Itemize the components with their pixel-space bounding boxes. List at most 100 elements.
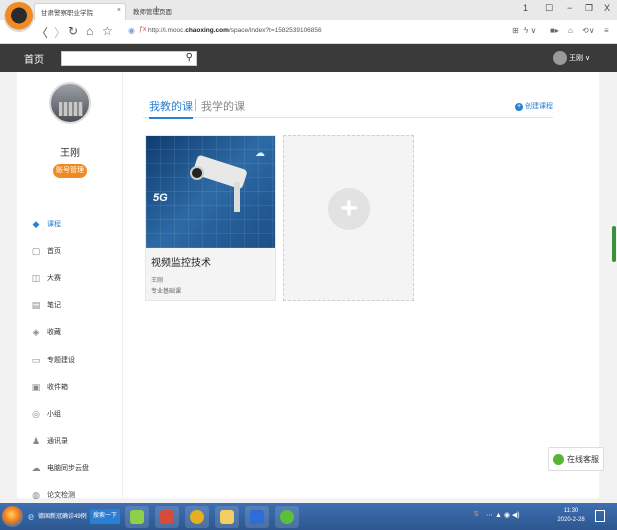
tab-count-icon[interactable]: 1 [523, 3, 528, 13]
tab-label: 甘肃警察职业学院 [41, 10, 93, 17]
create-course-button[interactable]: + 创建课程 [515, 101, 553, 111]
course-title[interactable]: 视频监控技术 [151, 254, 211, 269]
sidebar-item-label: 首页 [47, 247, 61, 255]
contacts-icon: ♟ [31, 436, 41, 447]
sidebar-item-home[interactable]: ▢ 首页 [17, 237, 123, 264]
sidebar-item-contacts[interactable]: ♟ 通讯录 [17, 428, 123, 455]
media-icon[interactable]: ■▸ [550, 26, 559, 35]
menu-icon[interactable]: ≡ [604, 26, 609, 35]
course-cover-image[interactable]: 5G ☁ [146, 136, 275, 248]
start-button[interactable] [2, 506, 23, 527]
browser-logo-icon[interactable] [4, 2, 34, 32]
tray-icons[interactable]: ⋯ ▲ ◉ ◀) [486, 511, 520, 519]
sidebar-item-competition[interactable]: ◫ 大赛 [17, 264, 123, 291]
tab-learning[interactable]: 我学的课 [201, 98, 245, 114]
restore-button[interactable]: ❐ [585, 3, 593, 14]
paper-check-icon: ◍ [32, 490, 40, 501]
sidebar-item-label: 电脑同步云盘 [47, 465, 89, 473]
sidebar: 王刚 账号管理 ◆ 课程 ▢ 首页 ◫ 大赛 ▤ 笔记 ◈ 收藏 ▭ 专题建设 … [17, 72, 123, 501]
topics-icon: ▭ [31, 354, 41, 365]
service-icon [553, 453, 564, 465]
notification-icon[interactable] [595, 510, 605, 522]
taskbar-search-button[interactable]: 搜索一下 [90, 509, 120, 524]
sidebar-item-notes[interactable]: ▤ 笔记 [17, 292, 123, 319]
certificate-icon: ƒx [139, 26, 147, 33]
close-window-button[interactable]: X [604, 3, 610, 13]
tab-active[interactable]: 甘肃警察职业学院 × [34, 3, 126, 20]
cloud-icon: ☁ [255, 148, 265, 159]
main-content: 我教的课 我学的课 + 创建课程 5G ☁ 视频监控技术 王刚 专业基础课 + [123, 72, 599, 498]
tray-app-icon[interactable]: S [474, 511, 479, 518]
taskbar: 德国新冠确诊49例 搜索一下 S ⋯ ▲ ◉ ◀) 11:30 2020-2-2… [0, 503, 617, 530]
tab-teacher-management[interactable]: 教师管理页面 [127, 3, 173, 20]
course-tabs: 我教的课 我学的课 + 创建课程 [143, 98, 553, 119]
notes-icon: ▤ [31, 300, 41, 311]
clock[interactable]: 11:30 2020-2-28 [556, 507, 586, 525]
sidebar-item-label: 收藏 [47, 329, 61, 337]
sidebar-item-label: 小组 [47, 410, 61, 418]
site-header: 首页 ⚲ 王刚 ∨ [0, 44, 617, 72]
online-service-button[interactable]: 在线客服 [548, 447, 604, 471]
close-icon[interactable]: × [117, 7, 121, 14]
create-course-label: 创建课程 [525, 103, 553, 110]
account-management-button[interactable]: 账号管理 [53, 164, 87, 178]
sidebar-item-topics[interactable]: ▭ 专题建设 [17, 346, 123, 373]
profile-photo[interactable] [49, 82, 91, 124]
home-icon[interactable]: ⌂ [86, 24, 93, 38]
taskbar-app-folder[interactable] [215, 506, 239, 528]
bookmark-star-icon[interactable]: ☆ [102, 24, 113, 38]
scrollbar-thumb[interactable] [612, 226, 616, 262]
add-circle: + [328, 188, 370, 230]
sidebar-item-label: 专题建设 [47, 356, 75, 364]
back-icon[interactable]: 〈 [36, 24, 48, 41]
taskbar-app-chat[interactable] [125, 506, 149, 528]
cover-badge: 5G [153, 192, 168, 204]
home-link[interactable]: 首页 [24, 51, 44, 66]
sidebar-item-groups[interactable]: ◎ 小组 [17, 400, 123, 427]
course-icon: ◆ [32, 218, 40, 229]
sidebar-item-favorites[interactable]: ◈ 收藏 [17, 319, 123, 346]
minimize-button[interactable]: − [567, 3, 572, 13]
add-course-card[interactable]: + [283, 135, 414, 301]
browser-tab-bar: 甘肃警察职业学院 × 教师管理页面 + 1 ☐ − ❐ X [0, 0, 617, 32]
url-input[interactable]: http://i.mooc.chaoxing.com/space/index?t… [148, 27, 322, 34]
profile-name: 王刚 [60, 148, 80, 159]
search-input[interactable]: ⚲ [61, 51, 197, 66]
taskbar-app-word[interactable] [245, 506, 269, 528]
taskbar-app-browser[interactable] [275, 506, 299, 528]
cloud-icon: ☁ [31, 463, 41, 474]
page-container: 王刚 账号管理 ◆ 课程 ▢ 首页 ◫ 大赛 ▤ 笔记 ◈ 收藏 ▭ 专题建设 … [17, 72, 599, 501]
search-icon[interactable]: ⚲ [186, 52, 193, 63]
site-favicon-icon: ◉ [128, 26, 135, 35]
avatar[interactable] [553, 51, 567, 65]
home-extension-icon[interactable]: ⌂ [568, 26, 573, 35]
taskbar-app-check[interactable] [155, 506, 179, 528]
course-teacher: 王刚 [151, 278, 164, 284]
forward-icon[interactable]: 〉 [54, 24, 66, 41]
page-menu-icon[interactable]: ⊞ [512, 26, 519, 35]
refresh-icon[interactable]: ↻ [68, 24, 78, 38]
competition-icon: ◫ [31, 272, 41, 283]
lightning-icon[interactable]: ϟ ∨ [524, 26, 536, 35]
plus-icon: + [340, 192, 358, 225]
course-card[interactable]: 5G ☁ 视频监控技术 王刚 专业基础课 [145, 135, 276, 301]
sidebar-item-courses[interactable]: ◆ 课程 [17, 210, 123, 237]
undo-icon[interactable]: ⟲∨ [582, 26, 595, 35]
favorites-icon: ◈ [32, 327, 40, 338]
sidebar-item-label: 通讯录 [47, 438, 68, 446]
sidebar-item-cloud-drive[interactable]: ☁ 电脑同步云盘 [17, 455, 123, 482]
address-bar: 〈 〉 ↻ ⌂ ☆ ◉ ƒx http://i.mooc.chaoxing.co… [0, 20, 617, 44]
new-tab-button[interactable]: + [153, 2, 160, 16]
sidebar-item-inbox[interactable]: ▣ 收件箱 [17, 373, 123, 400]
camera-lens [190, 166, 204, 180]
user-menu[interactable]: 王刚 ∨ [569, 53, 590, 63]
taskbar-browser-item[interactable]: 德国新冠确诊49例 [26, 509, 88, 525]
skin-icon[interactable]: ☐ [545, 3, 553, 14]
plus-circle-icon: + [515, 103, 523, 111]
sidebar-item-label: 大赛 [47, 274, 61, 282]
sidebar-item-label: 收件箱 [47, 383, 68, 391]
inbox-icon: ▣ [31, 381, 41, 392]
home-page-icon: ▢ [31, 245, 41, 256]
taskbar-app-chrome[interactable] [185, 506, 209, 528]
tab-teaching[interactable]: 我教的课 [149, 98, 193, 119]
